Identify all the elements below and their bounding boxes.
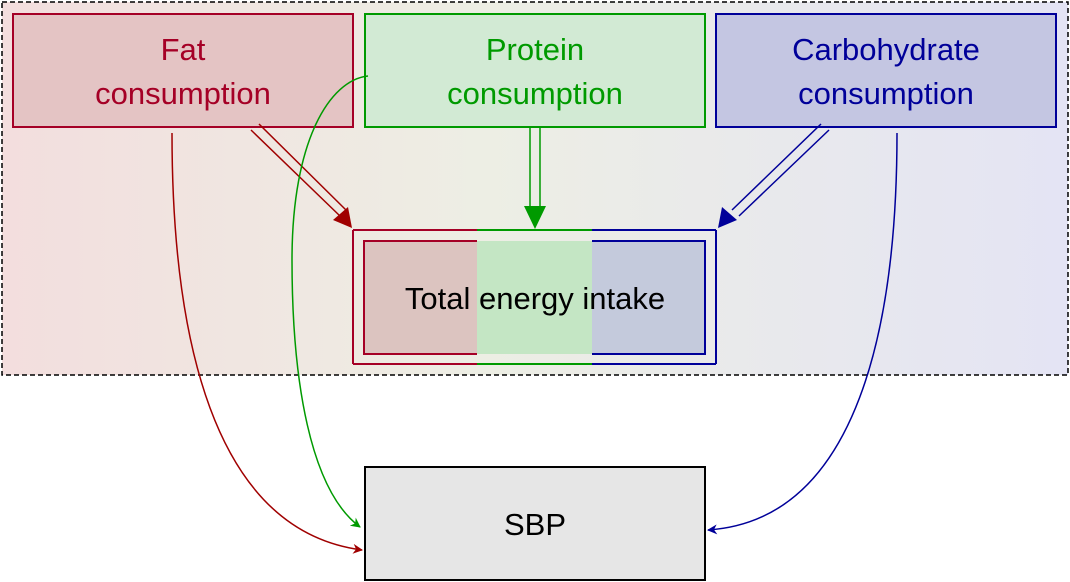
protein-label-line2: consumption: [447, 76, 623, 111]
carbohydrate-label-line1: Carbohydrate: [792, 32, 980, 67]
total-energy-intake-node: Total energy intake: [352, 229, 717, 365]
sbp-node: SBP: [364, 466, 706, 581]
fat-consumption-node: Fat consumption: [12, 13, 354, 128]
protein-consumption-node: Protein consumption: [364, 13, 706, 128]
carbohydrate-consumption-node: Carbohydrate consumption: [715, 13, 1057, 128]
protein-label-line1: Protein: [486, 32, 584, 67]
carbohydrate-label-line2: consumption: [798, 76, 974, 111]
fat-label-line1: Fat: [161, 32, 206, 67]
sbp-label: SBP: [504, 507, 566, 542]
total-energy-label: Total energy intake: [405, 281, 665, 316]
dag-diagram: Fat consumption Protein consumption Carb…: [1, 1, 1069, 581]
fat-label-line2: consumption: [95, 76, 271, 111]
